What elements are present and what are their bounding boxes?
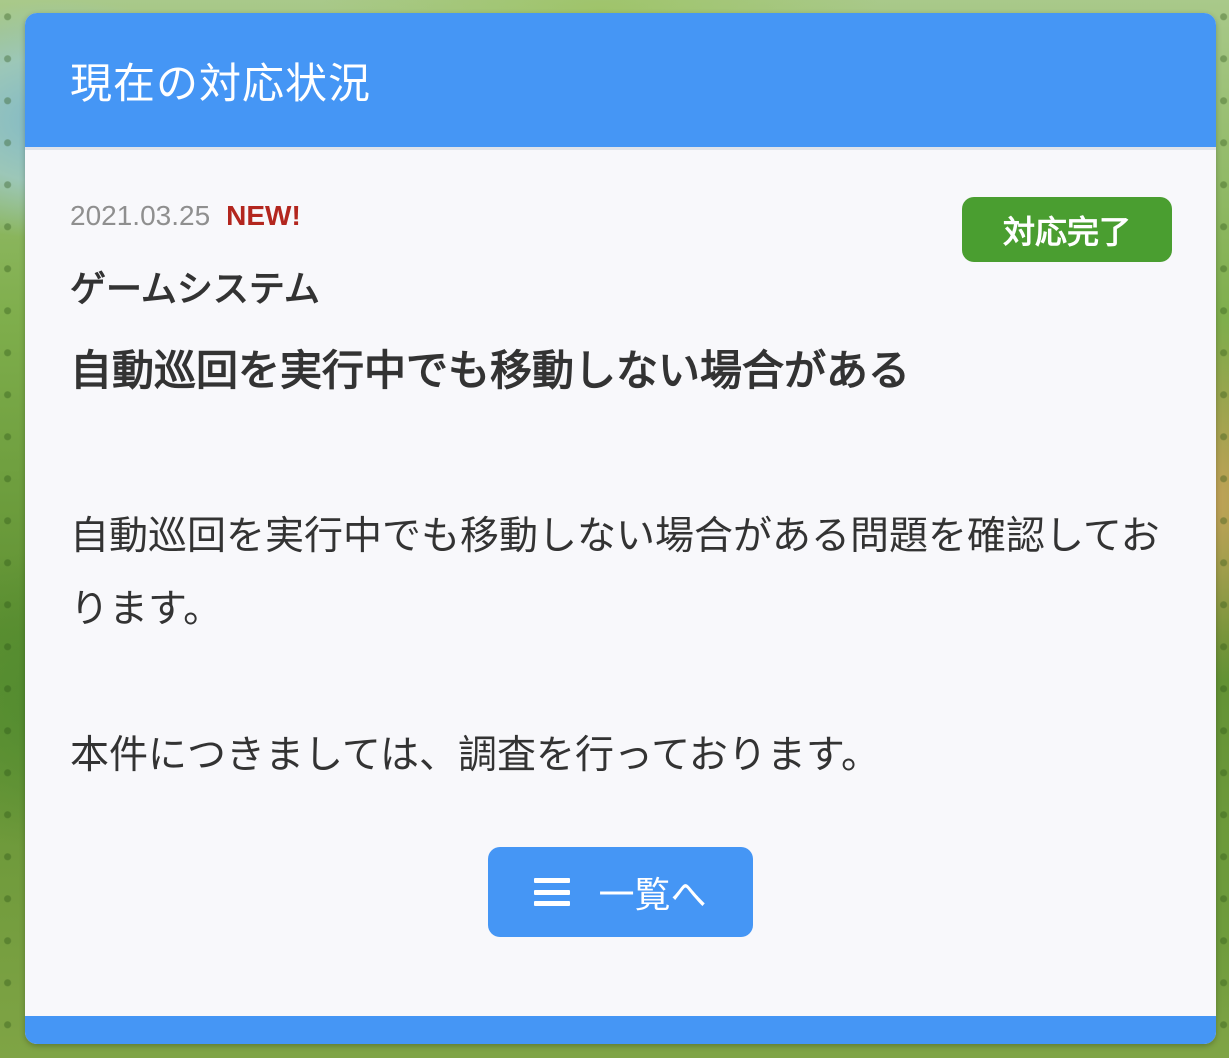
status-card: 現在の対応状況 2021.03.25 NEW! 対応完了 ゲームシステム 自動巡…	[25, 13, 1216, 1044]
card-footer	[25, 1016, 1216, 1044]
card-header: 現在の対応状況	[25, 13, 1216, 150]
body-paragraph: 本件につきましては、調査を行っております。	[70, 733, 881, 778]
menu-icon	[534, 878, 571, 906]
post-date: 2021.03.25	[70, 200, 211, 231]
article-body: 自動巡回を実行中でも移動しない場合がある問題を確認しております。 本件につきまし…	[70, 500, 1160, 792]
list-button-label: 一覧へ	[598, 875, 707, 916]
body-paragraph: 自動巡回を実行中でも移動しない場合がある問題を確認しております。	[70, 514, 1160, 632]
new-badge: NEW!	[226, 200, 301, 231]
meta-row: 2021.03.25 NEW!	[70, 200, 301, 232]
article-title: 自動巡回を実行中でも移動しない場合がある	[70, 346, 911, 395]
category-label: ゲームシステム	[70, 269, 320, 310]
back-to-list-button[interactable]: 一覧へ	[488, 847, 753, 937]
status-badge: 対応完了	[962, 197, 1172, 262]
page-title: 現在の対応状況	[70, 58, 372, 108]
